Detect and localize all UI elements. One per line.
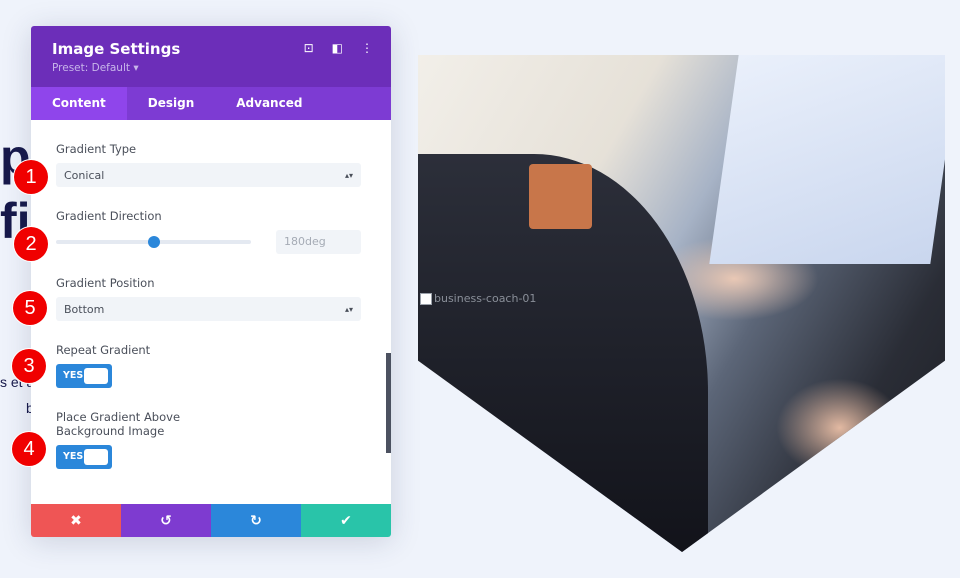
- step-badge: 4: [12, 432, 46, 466]
- select-arrows-icon: ▴▾: [344, 304, 353, 314]
- label-line: Background Image: [56, 424, 165, 438]
- cancel-button[interactable]: ✖: [31, 504, 121, 537]
- gradient-type-select[interactable]: Conical ▴▾: [56, 163, 361, 187]
- toggle-knob: [84, 449, 108, 465]
- place-gradient-above-toggle[interactable]: YES: [56, 445, 112, 469]
- photo-plant: [528, 164, 592, 229]
- repeat-gradient-toggle[interactable]: YES: [56, 364, 112, 388]
- gradient-direction-label: Gradient Direction: [56, 209, 162, 223]
- gradient-position-select[interactable]: Bottom ▴▾: [56, 297, 361, 321]
- sidebar-layout-icon[interactable]: ◧: [332, 41, 343, 55]
- select-value: Conical: [64, 168, 105, 182]
- gradient-direction-slider[interactable]: [56, 236, 251, 248]
- laptop-screen: [708, 55, 945, 264]
- select-arrows-icon: ▴▾: [344, 170, 353, 180]
- panel-header: Image Settings Preset: Default ▾ ⊡ ◧ ⋮: [31, 26, 391, 87]
- place-gradient-above-label: Place Gradient Above Background Image: [56, 410, 361, 438]
- image-settings-panel: Image Settings Preset: Default ▾ ⊡ ◧ ⋮ C…: [31, 26, 391, 537]
- label-line: Place Gradient Above: [56, 410, 181, 424]
- panel-tabs: Content Design Advanced: [31, 87, 391, 120]
- gradient-type-label: Gradient Type: [56, 142, 137, 156]
- slider-thumb[interactable]: [147, 236, 160, 248]
- toggle-knob: [84, 368, 108, 384]
- gradient-direction-input[interactable]: 180deg: [276, 230, 361, 254]
- undo-button[interactable]: ↺: [121, 504, 211, 537]
- step-badge: 5: [13, 291, 47, 325]
- step-badge: 3: [12, 349, 46, 383]
- repeat-gradient-label: Repeat Gradient: [56, 343, 151, 357]
- more-vertical-icon[interactable]: ⋮: [361, 41, 373, 55]
- toggle-label: YES: [63, 451, 84, 462]
- tab-advanced[interactable]: Advanced: [215, 87, 323, 120]
- tab-content[interactable]: Content: [31, 87, 127, 120]
- toggle-label: YES: [63, 370, 84, 381]
- preset-dropdown[interactable]: Preset: Default ▾: [52, 62, 370, 74]
- broken-image-alt: business-coach-01: [420, 292, 536, 305]
- step-badge: 1: [14, 160, 48, 194]
- gradient-position-label: Gradient Position: [56, 276, 155, 290]
- redo-button[interactable]: ↻: [211, 504, 301, 537]
- step-badge: 2: [14, 227, 48, 261]
- select-value: Bottom: [64, 302, 105, 316]
- scrollbar[interactable]: [386, 353, 391, 453]
- save-button[interactable]: ✔: [301, 504, 391, 537]
- tab-design[interactable]: Design: [127, 87, 216, 120]
- focus-icon[interactable]: ⊡: [304, 41, 314, 55]
- image-alt-text: business-coach-01: [434, 292, 537, 305]
- broken-image-icon: [420, 292, 432, 305]
